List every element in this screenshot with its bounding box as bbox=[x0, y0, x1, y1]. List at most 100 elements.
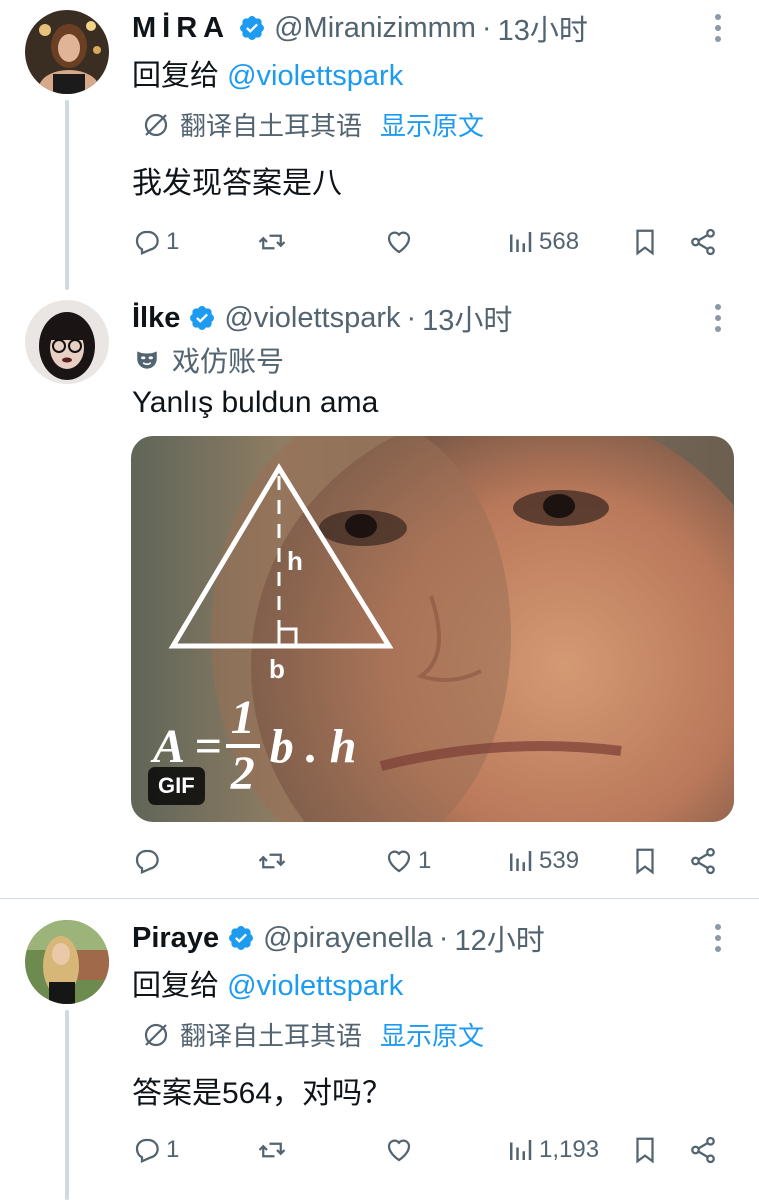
reply-mention[interactable]: @violettspark bbox=[227, 60, 403, 92]
formula-numerator: 1 bbox=[230, 691, 255, 744]
timestamp[interactable]: 13小时 bbox=[498, 7, 588, 49]
tweet-ilke[interactable]: İlke @violettspark · 13小时 戏仿账号 Yanlış bu… bbox=[0, 290, 759, 898]
handle[interactable]: @Miranizimmm bbox=[274, 12, 476, 45]
verified-badge-icon bbox=[190, 306, 215, 330]
retweet-icon bbox=[258, 1142, 286, 1158]
views-chart-icon bbox=[510, 1140, 532, 1160]
views-chart-icon bbox=[510, 232, 532, 252]
view-count: 1,193 bbox=[539, 1136, 600, 1163]
reply-icon bbox=[135, 230, 159, 255]
share-button[interactable] bbox=[688, 1130, 718, 1170]
action-bar: 1 568 bbox=[0, 222, 759, 262]
show-original-link[interactable]: 显示原文 bbox=[380, 1016, 484, 1053]
retweet-button[interactable] bbox=[257, 1130, 291, 1170]
gif-badge: GIF bbox=[148, 767, 205, 805]
separator-dot: · bbox=[481, 11, 492, 44]
translation-notice: 翻译自土耳其语 显示原文 bbox=[142, 106, 484, 143]
heart-icon bbox=[387, 850, 411, 873]
reply-button[interactable]: 1 bbox=[132, 1130, 179, 1170]
share-icon bbox=[691, 847, 715, 875]
like-count: 1 bbox=[418, 847, 432, 874]
view-count: 568 bbox=[539, 228, 580, 255]
verified-badge-icon bbox=[229, 926, 254, 950]
handle[interactable]: @pirayenella bbox=[263, 922, 433, 955]
show-original-link[interactable]: 显示原文 bbox=[380, 106, 484, 143]
verified-badge-icon bbox=[240, 16, 265, 40]
retweet-button[interactable] bbox=[257, 222, 291, 262]
translate-icon bbox=[144, 1023, 168, 1046]
tweet-header: İlke @violettspark · 13小时 bbox=[132, 298, 512, 338]
share-button[interactable] bbox=[688, 841, 718, 881]
formula-left: A = bbox=[153, 719, 222, 773]
views-button[interactable]: 539 bbox=[505, 841, 579, 881]
action-bar: 1 1,193 bbox=[0, 1130, 759, 1170]
handle[interactable]: @violettspark bbox=[224, 302, 400, 335]
retweet-icon bbox=[258, 234, 286, 250]
tweet-text: 答案是564，对吗？ bbox=[132, 1077, 393, 1110]
gif-media[interactable]: h b A = 1 2 b . h GIF bbox=[131, 436, 734, 822]
more-options-icon[interactable] bbox=[715, 924, 723, 957]
parody-account-label: 戏仿账号 bbox=[134, 340, 284, 380]
bookmark-button[interactable] bbox=[630, 222, 660, 262]
tweet-text: Yanlış buldun ama bbox=[132, 386, 379, 419]
heart-icon bbox=[387, 1139, 411, 1162]
reply-icon bbox=[135, 849, 159, 874]
formula-right: b . h bbox=[269, 719, 357, 773]
like-button[interactable]: 1 bbox=[384, 841, 431, 881]
share-icon bbox=[691, 1136, 715, 1164]
translate-icon bbox=[144, 113, 168, 136]
formula-denominator: 2 bbox=[230, 747, 255, 800]
bookmark-icon bbox=[636, 1137, 654, 1164]
formula-b-label: b bbox=[269, 654, 285, 684]
reply-mention[interactable]: @violettspark bbox=[227, 970, 403, 1002]
reply-count: 1 bbox=[166, 1136, 180, 1163]
avatar[interactable] bbox=[25, 920, 109, 1004]
bookmark-button[interactable] bbox=[630, 841, 660, 881]
separator-dot: · bbox=[406, 301, 417, 334]
translate-label: 翻译自土耳其语 bbox=[180, 1021, 363, 1051]
tweet-mira[interactable]: MİRA @Miranizimmm · 13小时 回复给 @violettspa… bbox=[0, 0, 759, 290]
tweet-header: Piraye @pirayenella · 12小时 bbox=[132, 918, 545, 958]
action-bar: 1 539 bbox=[0, 841, 759, 881]
formula-fraction: 1 2 bbox=[225, 691, 260, 800]
display-name[interactable]: MİRA bbox=[132, 12, 230, 45]
display-name[interactable]: Piraye bbox=[132, 922, 219, 955]
more-options-icon[interactable] bbox=[715, 304, 723, 337]
share-button[interactable] bbox=[688, 222, 718, 262]
tweet-divider bbox=[0, 898, 759, 899]
reply-count: 1 bbox=[166, 228, 180, 255]
reply-prefix: 回复给 bbox=[132, 970, 220, 1002]
formula-h-label: h bbox=[287, 546, 303, 576]
separator-dot: · bbox=[438, 921, 449, 954]
parody-label-text: 戏仿账号 bbox=[172, 346, 285, 377]
timestamp[interactable]: 13小时 bbox=[422, 297, 512, 339]
like-button[interactable] bbox=[384, 1130, 418, 1170]
share-icon bbox=[691, 228, 715, 256]
bookmark-icon bbox=[636, 848, 654, 875]
mask-icon bbox=[137, 351, 157, 369]
like-button[interactable] bbox=[384, 222, 418, 262]
tweet-header: MİRA @Miranizimmm · 13小时 bbox=[132, 8, 588, 48]
retweet-icon bbox=[258, 853, 286, 869]
display-name[interactable]: İlke bbox=[132, 302, 180, 335]
more-options-icon[interactable] bbox=[715, 14, 723, 47]
bookmark-icon bbox=[636, 229, 654, 256]
views-button[interactable]: 568 bbox=[505, 222, 579, 262]
tweet-piraye[interactable]: Piraye @pirayenella · 12小时 回复给 @violetts… bbox=[0, 910, 759, 1200]
avatar[interactable] bbox=[25, 10, 109, 94]
reply-to: 回复给 @violettspark bbox=[132, 52, 403, 94]
reply-button[interactable]: 1 bbox=[132, 222, 179, 262]
translation-notice: 翻译自土耳其语 显示原文 bbox=[142, 1016, 484, 1053]
views-chart-icon bbox=[510, 851, 532, 871]
reply-button[interactable] bbox=[132, 841, 166, 881]
view-count: 539 bbox=[539, 847, 580, 874]
heart-icon bbox=[387, 231, 411, 254]
timestamp[interactable]: 12小时 bbox=[454, 917, 544, 959]
avatar[interactable] bbox=[25, 300, 109, 384]
retweet-button[interactable] bbox=[257, 841, 291, 881]
bookmark-button[interactable] bbox=[630, 1130, 660, 1170]
reply-prefix: 回复给 bbox=[132, 60, 220, 92]
views-button[interactable]: 1,193 bbox=[505, 1130, 599, 1170]
reply-to: 回复给 @violettspark bbox=[132, 962, 403, 1004]
translate-label: 翻译自土耳其语 bbox=[180, 111, 363, 141]
